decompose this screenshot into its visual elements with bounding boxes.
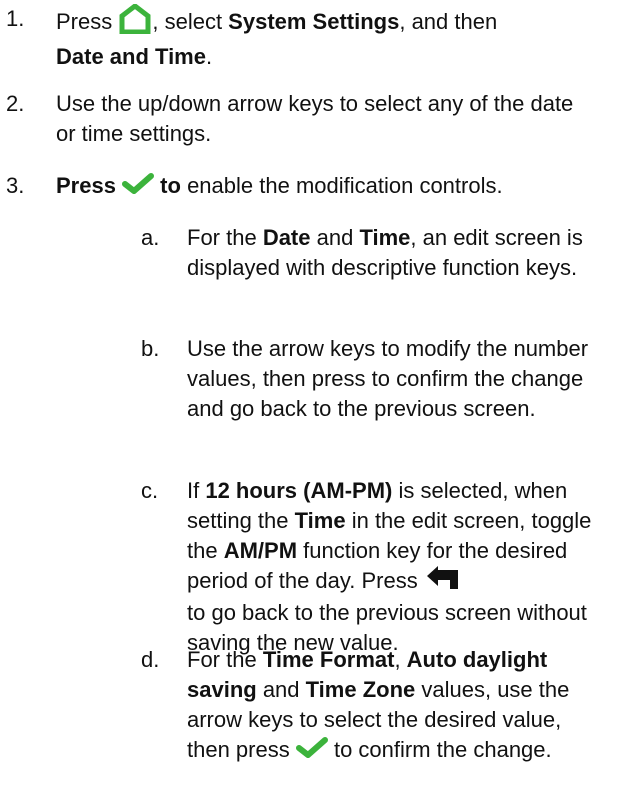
checkmark-icon [122,172,155,202]
step-number: 2. [6,91,25,116]
substep-letter: d. [141,647,160,672]
step-number: 3. [6,173,25,198]
substep-c: c. If 12 hours (AM-PM) is selected, when… [141,476,597,658]
substep-b: b. Use the arrow keys to modify the numb… [141,334,597,424]
step-number: 1. [6,6,25,31]
step-1: 1. Press , select System Settings, and t… [6,2,606,72]
substep-b-text: Use the arrow keys to modify the number … [187,336,589,421]
step-3-text: Press to enable the modification control… [56,171,606,202]
substep-d-text: For the Time Format, Auto daylight savin… [187,645,597,766]
substep-letter: c. [141,478,159,503]
home-icon [118,2,152,42]
substep-c-text: If 12 hours (AM-PM) is selected, when se… [187,478,592,655]
substep-a-text: For the Date and Time, an edit screen is… [187,225,583,280]
substep-letter: a. [141,225,160,250]
step-1-text: Press , select System Settings, and then… [56,2,606,72]
checkmark-icon [295,736,328,766]
step-2: 2. Use the up/down arrow keys to select … [6,89,606,149]
back-arrow-icon [424,566,462,598]
instructions-page: 1. Press , select System Settings, and t… [0,0,617,791]
substep-d: d. For the Time Format, Auto daylight sa… [141,645,597,766]
substep-a: a. For the Date and Time, an edit screen… [141,223,597,283]
step-2-text: Use the up/down arrow keys to select any… [56,91,574,146]
substep-letter: b. [141,336,160,361]
step-3: 3. Press to enable the modification cont… [6,171,606,202]
